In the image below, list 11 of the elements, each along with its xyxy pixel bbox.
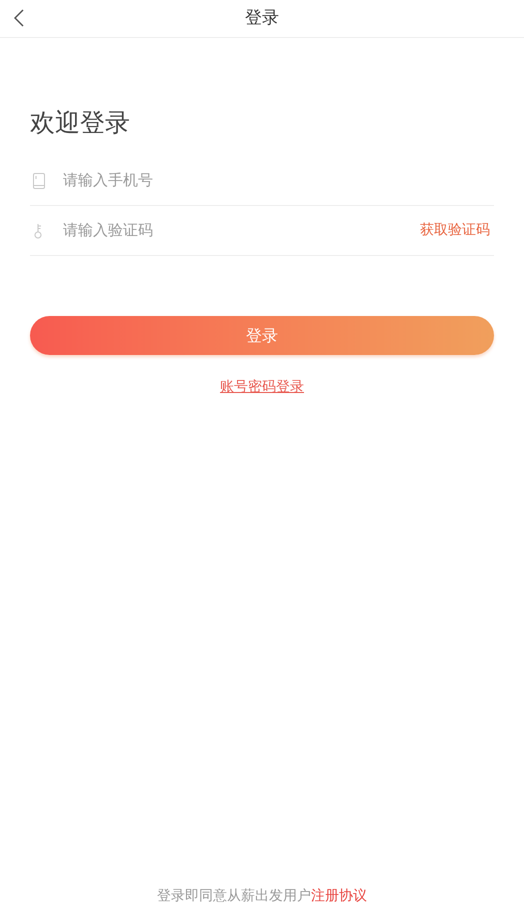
login-button[interactable]: 登录 [30,316,494,355]
page-title: 登录 [245,6,279,30]
password-login-link[interactable]: 账号密码登录 [220,377,304,398]
welcome-heading: 欢迎登录 [30,107,131,139]
get-code-button[interactable]: 获取验证码 [420,220,490,241]
phone-input[interactable]: 请输入手机号 [63,169,490,192]
agreement-text: 登录即同意从薪出发用户注册协议 [157,887,367,906]
code-input[interactable]: 请输入验证码 [63,219,420,242]
back-icon [14,9,24,27]
agreement-link[interactable]: 注册协议 [311,888,367,904]
phone-icon [33,172,45,188]
